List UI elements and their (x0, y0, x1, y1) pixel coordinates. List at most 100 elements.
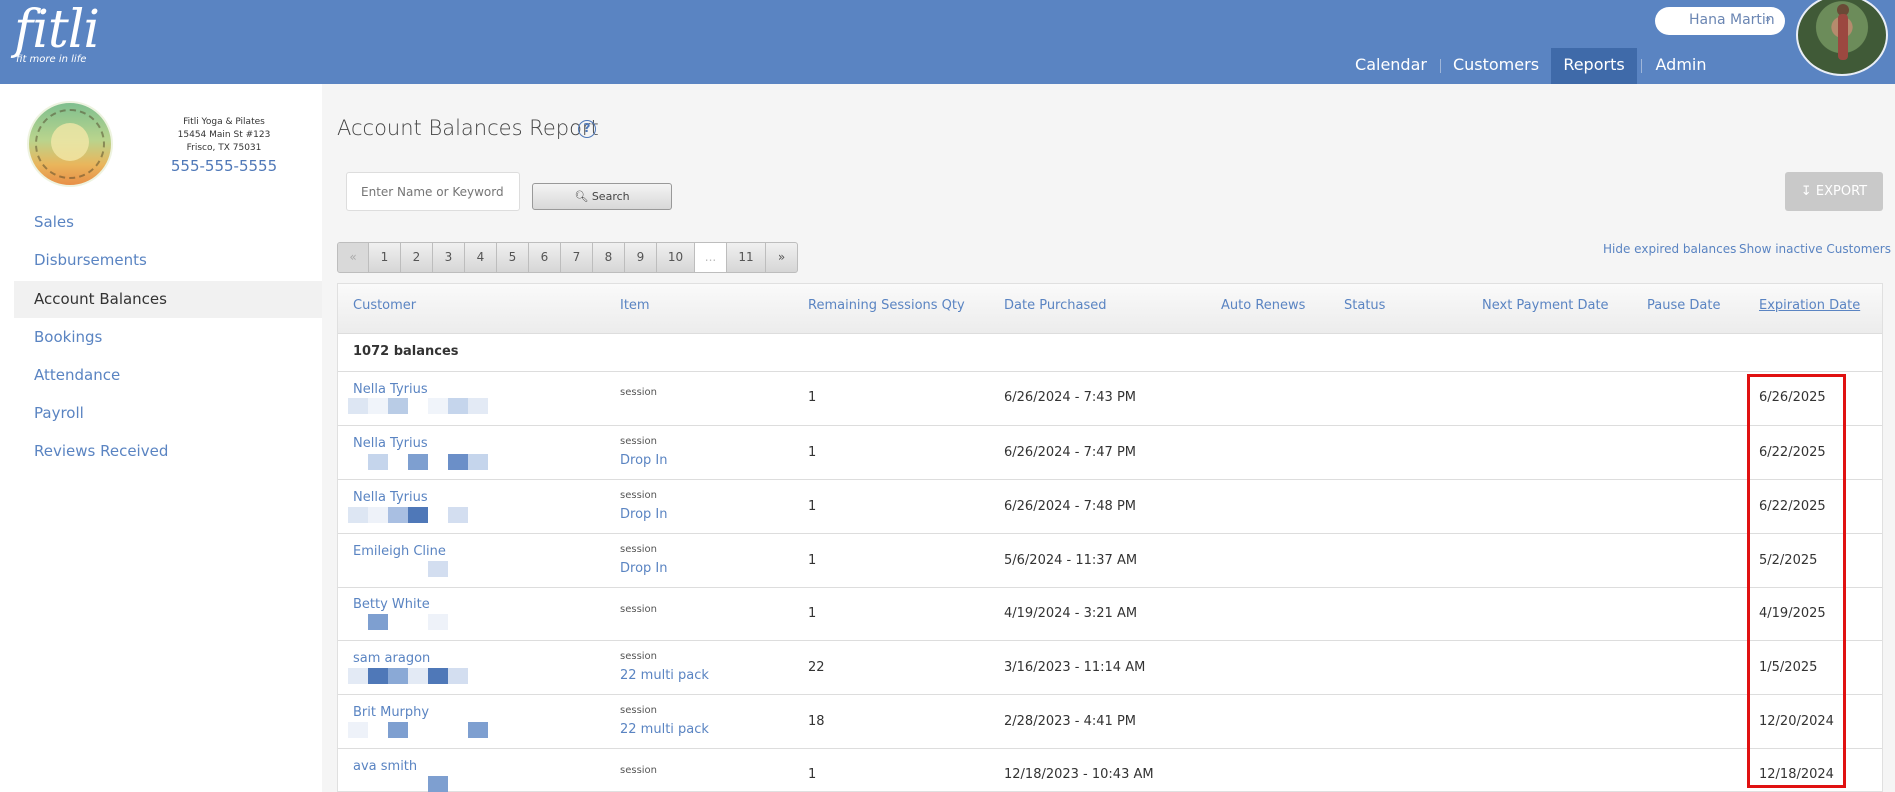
col-auto-renews[interactable]: Auto Renews (1221, 298, 1305, 313)
page-button[interactable]: 10 (657, 243, 695, 272)
table-row[interactable]: Nella Tyrius session Drop In 1 6/26/2024… (338, 480, 1882, 534)
remaining-qty: 22 (808, 660, 825, 675)
date-purchased: 5/6/2024 - 11:37 AM (1004, 553, 1138, 568)
col-remaining-sessions[interactable]: Remaining Sessions Qty (808, 298, 965, 313)
table-row[interactable]: Brit Murphy session 22 multi pack 18 2/2… (338, 695, 1882, 749)
item-link[interactable]: 22 multi pack (620, 722, 709, 737)
table-row[interactable]: ava smith session 1 12/18/2023 - 10:43 A… (338, 749, 1882, 792)
help-icon[interactable]: ? (578, 120, 596, 138)
sidebar-item-bookings[interactable]: Bookings (14, 319, 322, 356)
customer-link[interactable]: Nella Tyrius (353, 436, 428, 451)
balances-table: Customer Item Remaining Sessions Qty Dat… (337, 283, 1883, 792)
nav-admin[interactable]: Admin (1648, 48, 1714, 84)
table-row[interactable]: Nella Tyrius session 1 6/26/2024 - 7:43 … (338, 372, 1882, 426)
fitli-logo[interactable]: fitli fit more in life (14, 0, 100, 65)
sidebar-item-attendance[interactable]: Attendance (14, 357, 322, 394)
search-input[interactable] (346, 172, 520, 211)
remaining-qty: 1 (808, 499, 817, 514)
chevron-double-down-icon: » (1764, 14, 1771, 25)
sidebar-item-reviews-received[interactable]: Reviews Received (14, 433, 322, 470)
studio-address-line2: Frisco, TX 75031 (186, 143, 262, 153)
date-purchased: 6/26/2024 - 7:48 PM (1004, 499, 1136, 514)
col-customer[interactable]: Customer (353, 298, 416, 313)
page-first[interactable]: « (338, 243, 369, 272)
col-next-payment-date[interactable]: Next Payment Date (1482, 298, 1609, 313)
item-link[interactable]: Drop In (620, 561, 667, 576)
table-row[interactable]: Nella Tyrius session Drop In 1 6/26/2024… (338, 426, 1882, 480)
balances-count: 1072 balances (338, 334, 1882, 372)
page-button[interactable]: 4 (465, 243, 497, 272)
page-button[interactable]: 8 (593, 243, 625, 272)
page-button[interactable]: 1 (369, 243, 401, 272)
date-purchased: 3/16/2023 - 11:14 AM (1004, 660, 1146, 675)
search-button-label: Search (591, 190, 630, 203)
remaining-qty: 1 (808, 445, 817, 460)
col-item[interactable]: Item (620, 298, 650, 313)
user-menu[interactable]: Hana Martin » (1655, 7, 1785, 35)
page-button[interactable]: 2 (401, 243, 433, 272)
item-type: session (620, 651, 658, 662)
col-date-purchased[interactable]: Date Purchased (1004, 298, 1107, 313)
customer-link[interactable]: Emileigh Cline (353, 544, 446, 559)
customer-link[interactable]: Betty White (353, 597, 430, 612)
sidebar-item-account-balances[interactable]: Account Balances (14, 281, 322, 318)
col-pause-date[interactable]: Pause Date (1647, 298, 1720, 313)
date-purchased: 12/18/2023 - 10:43 AM (1004, 767, 1154, 782)
page-button[interactable]: 11 (727, 243, 766, 272)
sidebar-item-payroll[interactable]: Payroll (14, 395, 322, 432)
page-button[interactable]: 5 (497, 243, 529, 272)
page-ellipsis: ... (695, 243, 727, 272)
date-purchased: 6/26/2024 - 7:43 PM (1004, 390, 1136, 405)
col-expiration-date[interactable]: Expiration Date (1759, 298, 1860, 313)
customer-link[interactable]: Nella Tyrius (353, 490, 428, 505)
redacted-info (348, 668, 468, 684)
studio-address: Fitli Yoga & Pilates 15454 Main St #123 … (160, 116, 288, 155)
nav-customers[interactable]: Customers (1448, 48, 1544, 84)
hide-expired-link[interactable]: Hide expired balances (1603, 242, 1736, 256)
item-link[interactable]: 22 multi pack (620, 668, 709, 683)
page-button[interactable]: 9 (625, 243, 657, 272)
item-type: session (620, 387, 658, 398)
item-link[interactable]: Drop In (620, 507, 667, 522)
avatar[interactable] (1796, 0, 1888, 76)
item-type: session (620, 544, 658, 555)
remaining-qty: 1 (808, 553, 817, 568)
date-purchased: 2/28/2023 - 4:41 PM (1004, 714, 1136, 729)
sidebar-item-disbursements[interactable]: Disbursements (14, 242, 322, 279)
logo-wordmark: fitli (14, 0, 100, 60)
page-last[interactable]: » (766, 243, 797, 272)
nav-reports[interactable]: Reports (1551, 48, 1637, 84)
date-purchased: 4/19/2024 - 3:21 AM (1004, 606, 1138, 621)
export-button[interactable]: ↧ EXPORT (1785, 172, 1883, 211)
customer-link[interactable]: Brit Murphy (353, 705, 429, 720)
page-button[interactable]: 3 (433, 243, 465, 272)
show-inactive-link[interactable]: Show inactive Customers (1739, 242, 1891, 256)
table-header: Customer Item Remaining Sessions Qty Dat… (338, 284, 1882, 334)
table-row[interactable]: Emileigh Cline session Drop In 1 5/6/202… (338, 534, 1882, 588)
studio-phone[interactable]: 555-555-5555 (160, 157, 288, 175)
customer-link[interactable]: sam aragon (353, 651, 430, 666)
remaining-qty: 18 (808, 714, 825, 729)
item-type: session (620, 436, 658, 447)
user-name: Hana Martin (1689, 12, 1775, 28)
item-type: session (620, 604, 658, 615)
col-status[interactable]: Status (1344, 298, 1385, 313)
remaining-qty: 1 (808, 767, 817, 782)
page-button[interactable]: 6 (529, 243, 561, 272)
avatar-figure (1838, 14, 1848, 60)
table-row[interactable]: Betty White session 1 4/19/2024 - 3:21 A… (338, 588, 1882, 641)
redacted-info (428, 561, 448, 577)
nav-calendar[interactable]: Calendar (1350, 48, 1432, 84)
search-icon: 🔍︎ (574, 190, 589, 203)
item-type: session (620, 490, 658, 501)
table-row[interactable]: sam aragon session 22 multi pack 22 3/16… (338, 641, 1882, 695)
item-link[interactable]: Drop In (620, 453, 667, 468)
page-button[interactable]: 7 (561, 243, 593, 272)
redacted-info (348, 398, 488, 414)
sidebar-item-sales[interactable]: Sales (14, 204, 322, 241)
studio-address-line1: 15454 Main St #123 (177, 130, 271, 140)
expiration-highlight-box (1747, 374, 1846, 788)
search-button[interactable]: 🔍︎ Search (532, 183, 672, 210)
customer-link[interactable]: ava smith (353, 759, 417, 774)
customer-link[interactable]: Nella Tyrius (353, 382, 428, 397)
